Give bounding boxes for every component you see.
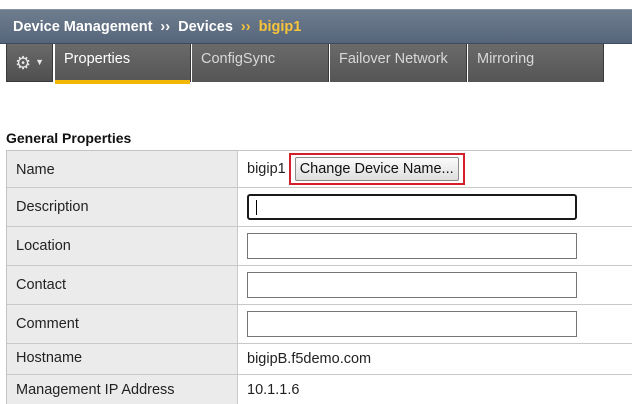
highlight-box: Change Device Name...: [288, 153, 465, 185]
description-input[interactable]: [247, 194, 577, 220]
caret-down-icon: ▼: [35, 57, 45, 67]
tab-label: ConfigSync: [201, 51, 276, 67]
hostname-value: bigipB.f5demo.com: [247, 351, 372, 367]
tab-label: Failover Network: [339, 51, 448, 67]
active-tab-indicator: [55, 80, 190, 84]
field-value: [238, 266, 632, 304]
table-row: Hostname bigipB.f5demo.com: [7, 344, 632, 375]
field-label: Management IP Address: [7, 375, 238, 404]
settings-menu-button[interactable]: ⚙ ▼: [6, 44, 53, 82]
location-input[interactable]: [247, 233, 577, 259]
text-cursor: [256, 200, 257, 215]
breadcrumb-separator: ››: [160, 18, 171, 35]
field-label: Contact: [7, 266, 238, 304]
general-properties-table: Name bigip1 Change Device Name... Descri…: [6, 150, 632, 404]
field-value: [238, 188, 632, 226]
breadcrumb-devices[interactable]: Devices: [178, 19, 233, 35]
gear-icon: ⚙: [14, 52, 32, 73]
field-value: [238, 227, 632, 265]
breadcrumb-device-management[interactable]: Device Management: [13, 19, 152, 35]
field-label: Name: [7, 151, 238, 187]
table-row: Contact: [7, 266, 632, 305]
section-title: General Properties: [6, 130, 132, 146]
table-row: Description: [7, 188, 632, 227]
breadcrumb: Device Management ›› Devices ›› bigip1: [0, 9, 632, 44]
tab-mirroring[interactable]: Mirroring: [468, 44, 604, 82]
tab-label: Properties: [64, 51, 131, 67]
management-ip-value: 10.1.1.6: [247, 381, 300, 398]
breadcrumb-separator: ››: [240, 18, 251, 35]
tab-configsync[interactable]: ConfigSync: [192, 44, 329, 82]
table-row: Comment: [7, 305, 632, 344]
table-row: Name bigip1 Change Device Name...: [7, 151, 632, 188]
tab-label: Mirroring: [477, 51, 535, 67]
table-row: Location: [7, 227, 632, 266]
tab-properties[interactable]: Properties: [55, 44, 191, 84]
field-value: bigip1 Change Device Name...: [238, 151, 632, 187]
table-row: Management IP Address 10.1.1.6: [7, 375, 632, 404]
tab-failover-network[interactable]: Failover Network: [330, 44, 467, 82]
field-value: [238, 305, 632, 343]
field-label: Location: [7, 227, 238, 265]
contact-input[interactable]: [247, 272, 577, 298]
change-device-name-button[interactable]: Change Device Name...: [294, 157, 459, 181]
device-name: bigip1: [247, 161, 286, 177]
field-label: Comment: [7, 305, 238, 343]
breadcrumb-current: bigip1: [258, 18, 302, 35]
tab-bar: ⚙ ▼ Properties ConfigSync Failover Netwo…: [0, 44, 632, 84]
comment-input[interactable]: [247, 311, 577, 337]
field-label: Hostname: [7, 344, 238, 374]
field-label: Description: [7, 188, 238, 226]
